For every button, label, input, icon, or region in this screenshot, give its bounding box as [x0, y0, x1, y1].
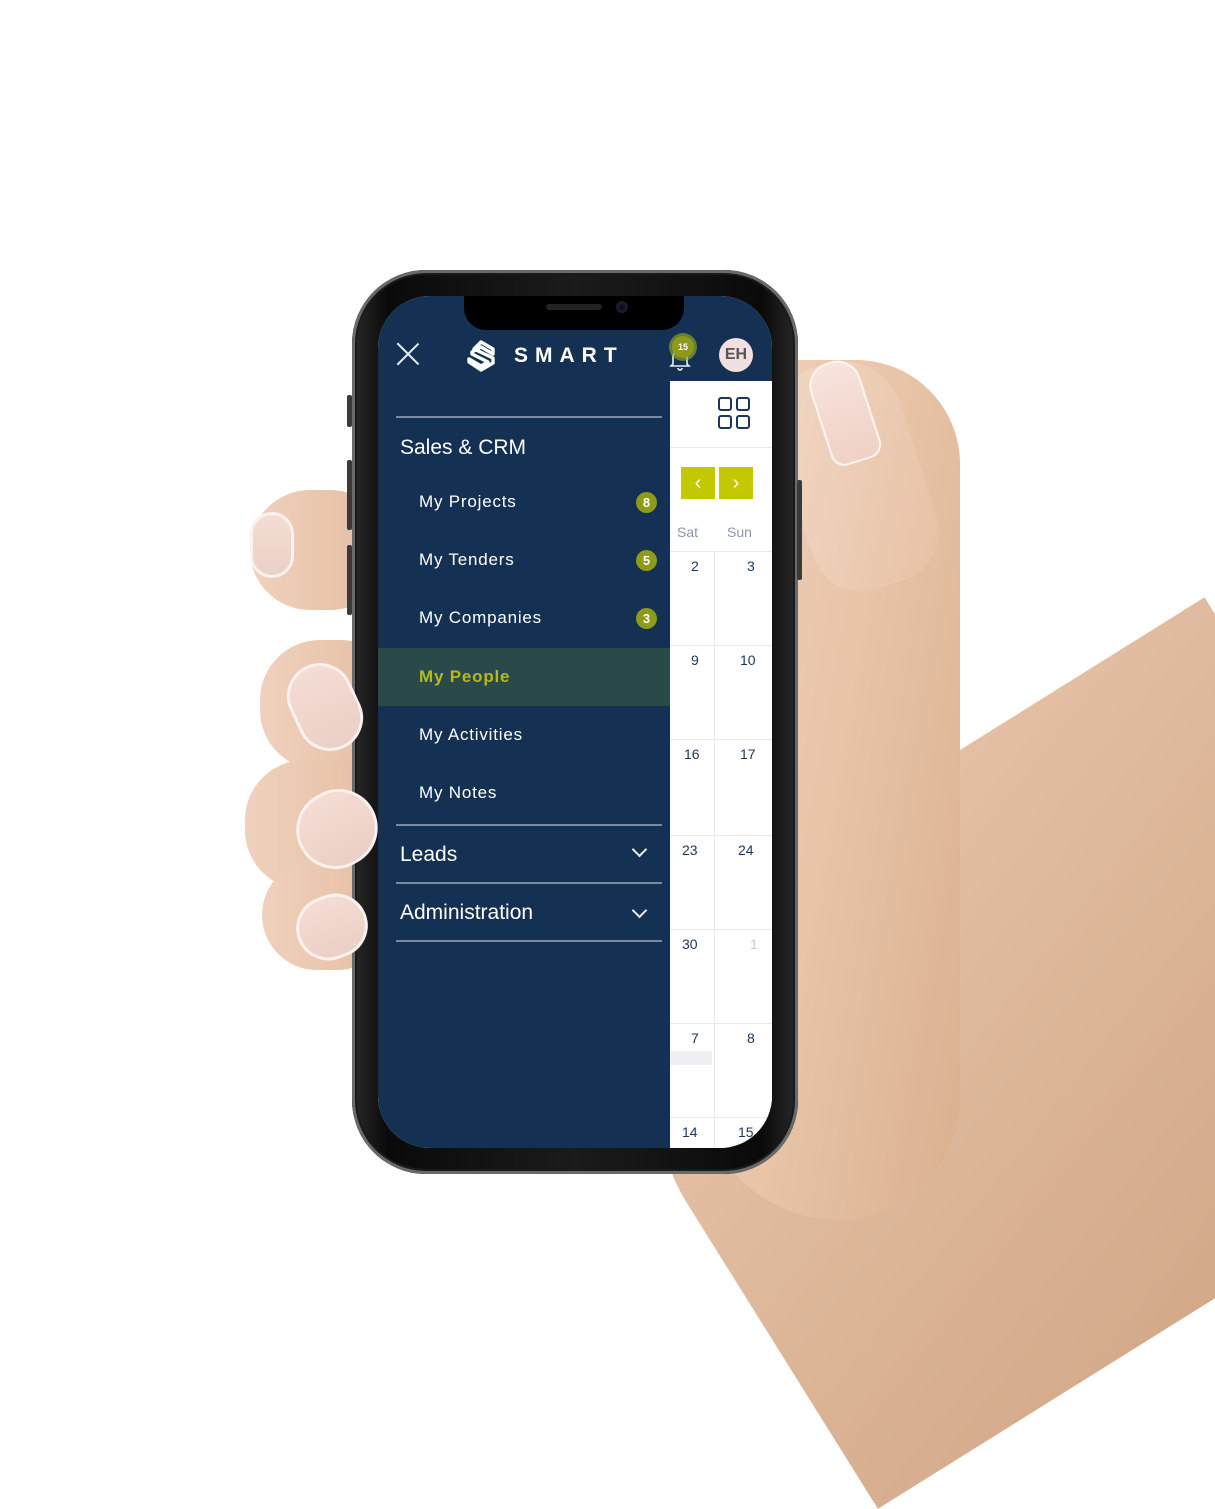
- day-cell[interactable]: 2: [691, 558, 699, 574]
- calendar-divider: [670, 447, 772, 448]
- brand-name: SMART: [514, 344, 624, 367]
- phone-side-button: [797, 480, 802, 580]
- weekday-label: Sun: [727, 524, 752, 540]
- day-cell[interactable]: 1: [750, 936, 758, 952]
- count-badge: 3: [636, 607, 657, 629]
- weekday-label: Sat: [677, 524, 699, 540]
- calendar-week-row: 16 17: [670, 739, 772, 762]
- section-administration[interactable]: Administration: [400, 901, 533, 925]
- calendar-column-divider: [714, 551, 715, 1148]
- phone-mute-switch: [347, 395, 352, 427]
- day-cell[interactable]: 15: [738, 1124, 754, 1140]
- chevron-down-icon[interactable]: [631, 902, 648, 919]
- day-cell[interactable]: 10: [740, 652, 756, 668]
- phone-volume-down: [347, 545, 352, 615]
- speaker-grille: [546, 304, 602, 310]
- calendar-week-row: 14 15: [670, 1117, 772, 1140]
- front-camera: [616, 301, 628, 313]
- day-cell[interactable]: 24: [738, 842, 754, 858]
- drawer-divider: [396, 940, 662, 942]
- phone-notch: [464, 296, 684, 330]
- count-badge: 5: [636, 549, 657, 571]
- calendar-week-row: 23 24: [670, 835, 772, 858]
- notification-badge: 15: [672, 336, 694, 358]
- menu-item-my-tenders[interactable]: My Tenders 5: [378, 531, 670, 589]
- chevron-left-icon[interactable]: ‹: [681, 467, 715, 499]
- close-icon[interactable]: [396, 342, 420, 366]
- menu-item-my-people[interactable]: My People: [378, 648, 670, 706]
- menu-item-label: My Projects: [419, 492, 517, 511]
- day-cell[interactable]: 30: [682, 936, 698, 952]
- menu-item-label: My Tenders: [419, 550, 515, 569]
- app-logo: SMART: [466, 340, 624, 372]
- navigation-drawer: Sales & CRM My Projects 8 My Tenders 5 M…: [378, 381, 670, 1148]
- menu-item-my-activities[interactable]: My Activities: [378, 706, 670, 764]
- day-cell[interactable]: 3: [747, 558, 755, 574]
- day-cell[interactable]: 14: [682, 1124, 698, 1140]
- section-leads[interactable]: Leads: [400, 843, 457, 867]
- day-cell[interactable]: 7: [691, 1030, 699, 1046]
- calendar-week-row: 9 10: [670, 645, 772, 668]
- user-avatar[interactable]: EH: [719, 338, 753, 372]
- menu-item-label: My Notes: [419, 783, 498, 802]
- menu-item-label: My Activities: [419, 725, 523, 744]
- day-cell[interactable]: 23: [682, 842, 698, 858]
- calendar-event[interactable]: [670, 1051, 712, 1065]
- calendar-panel: ‹ › Sat Sun 2 3 9 10 16 17 23 24 30 1 7 …: [652, 381, 772, 1148]
- menu-item-my-notes[interactable]: My Notes: [378, 764, 670, 822]
- day-cell[interactable]: 16: [684, 746, 700, 762]
- drawer-divider: [396, 882, 662, 884]
- smart-logo-icon: [467, 340, 495, 372]
- menu-item-my-companies[interactable]: My Companies 3: [378, 589, 670, 647]
- calendar-week-row: 30 1: [670, 929, 772, 952]
- calendar-week-row: 7 8: [670, 1023, 772, 1046]
- phone-volume-up: [347, 460, 352, 530]
- menu-item-label: My Companies: [419, 608, 542, 627]
- calendar-week-row: 2 3: [670, 551, 772, 574]
- day-cell[interactable]: 8: [747, 1030, 755, 1046]
- drawer-divider: [396, 416, 662, 418]
- grid-view-icon[interactable]: [718, 397, 750, 429]
- day-cell[interactable]: 17: [740, 746, 756, 762]
- count-badge: 8: [636, 491, 657, 513]
- fingernail: [250, 512, 294, 578]
- drawer-divider: [396, 824, 662, 826]
- chevron-down-icon[interactable]: [631, 841, 648, 858]
- menu-item-label: My People: [419, 667, 511, 686]
- chevron-right-icon[interactable]: ›: [719, 467, 753, 499]
- menu-item-my-projects[interactable]: My Projects 8: [378, 473, 670, 531]
- section-title-sales-crm: Sales & CRM: [400, 436, 527, 459]
- day-cell[interactable]: 9: [691, 652, 699, 668]
- phone-screen: ‹ › Sat Sun 2 3 9 10 16 17 23 24 30 1 7 …: [378, 296, 772, 1148]
